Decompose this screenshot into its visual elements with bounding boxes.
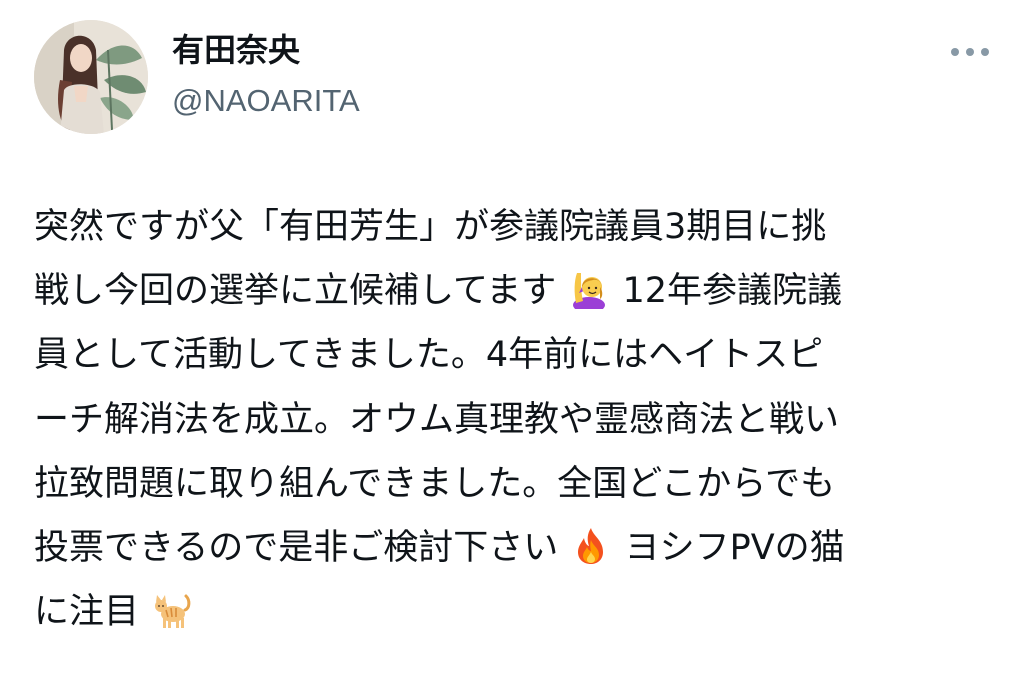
tweet-text-segment: ーチ解消法を成立。オウム真理教や霊感商法と戦い xyxy=(34,399,840,440)
tweet-text-segment: 戦し今回の選挙に立候補してます xyxy=(34,271,557,312)
tweet-text-segment: に注目 xyxy=(34,592,140,633)
tweet-text-line: 投票できるので是非ご検討下さい ヨシフPVの猫 xyxy=(34,516,994,580)
user-info[interactable]: 有田奈央 @NAOARITA xyxy=(172,30,360,120)
tweet-text-segment: ヨシフPVの猫 xyxy=(624,527,845,568)
cat-emoji-icon xyxy=(155,594,191,629)
tweet-text-line: 拉致問題に取り組んできました。全国どこからでも xyxy=(34,452,994,516)
tweet-card[interactable]: 有田奈央 @NAOARITA 突然ですが父「有田芳生」が参議院議員3期目に挑 戦し… xyxy=(0,0,1024,685)
fire-emoji-icon xyxy=(578,527,604,564)
display-name[interactable]: 有田奈央 xyxy=(172,30,360,70)
user-handle[interactable]: @NAOARITA xyxy=(172,82,360,120)
tweet-text-line: に注目 xyxy=(34,580,994,644)
tweet-text-segment: 12年参議院議 xyxy=(622,271,843,312)
tweet-text-line: 員として活動してきました。4年前にはヘイトスピ xyxy=(34,323,994,387)
tweet-text-line: ーチ解消法を成立。オウム真理教や霊感商法と戦い xyxy=(34,388,994,452)
tweet-text-line: 戦し今回の選挙に立候補してます 12年参議院議 xyxy=(34,259,994,323)
profile-photo-icon xyxy=(34,20,148,134)
raising-hand-emoji-icon xyxy=(573,273,606,310)
tweet-text-line: 突然ですが父「有田芳生」が参議院議員3期目に挑 xyxy=(34,195,994,259)
tweet-text-segment: 投票できるので是非ご検討下さい xyxy=(34,527,559,568)
more-dots-icon xyxy=(951,48,989,56)
tweet-text-segment: 員として活動してきました。4年前にはヘイトスピ xyxy=(34,335,824,376)
tweet-text-segment: 拉致問題に取り組んできました。全国どこからでも xyxy=(34,463,836,504)
tweet-text: 突然ですが父「有田芳生」が参議院議員3期目に挑 戦し今回の選挙に立候補してます 1… xyxy=(34,195,994,644)
tweet-text-segment: 突然ですが父「有田芳生」が参議院議員3期目に挑 xyxy=(34,207,827,247)
more-options-button[interactable] xyxy=(944,38,996,66)
avatar[interactable] xyxy=(34,20,148,134)
